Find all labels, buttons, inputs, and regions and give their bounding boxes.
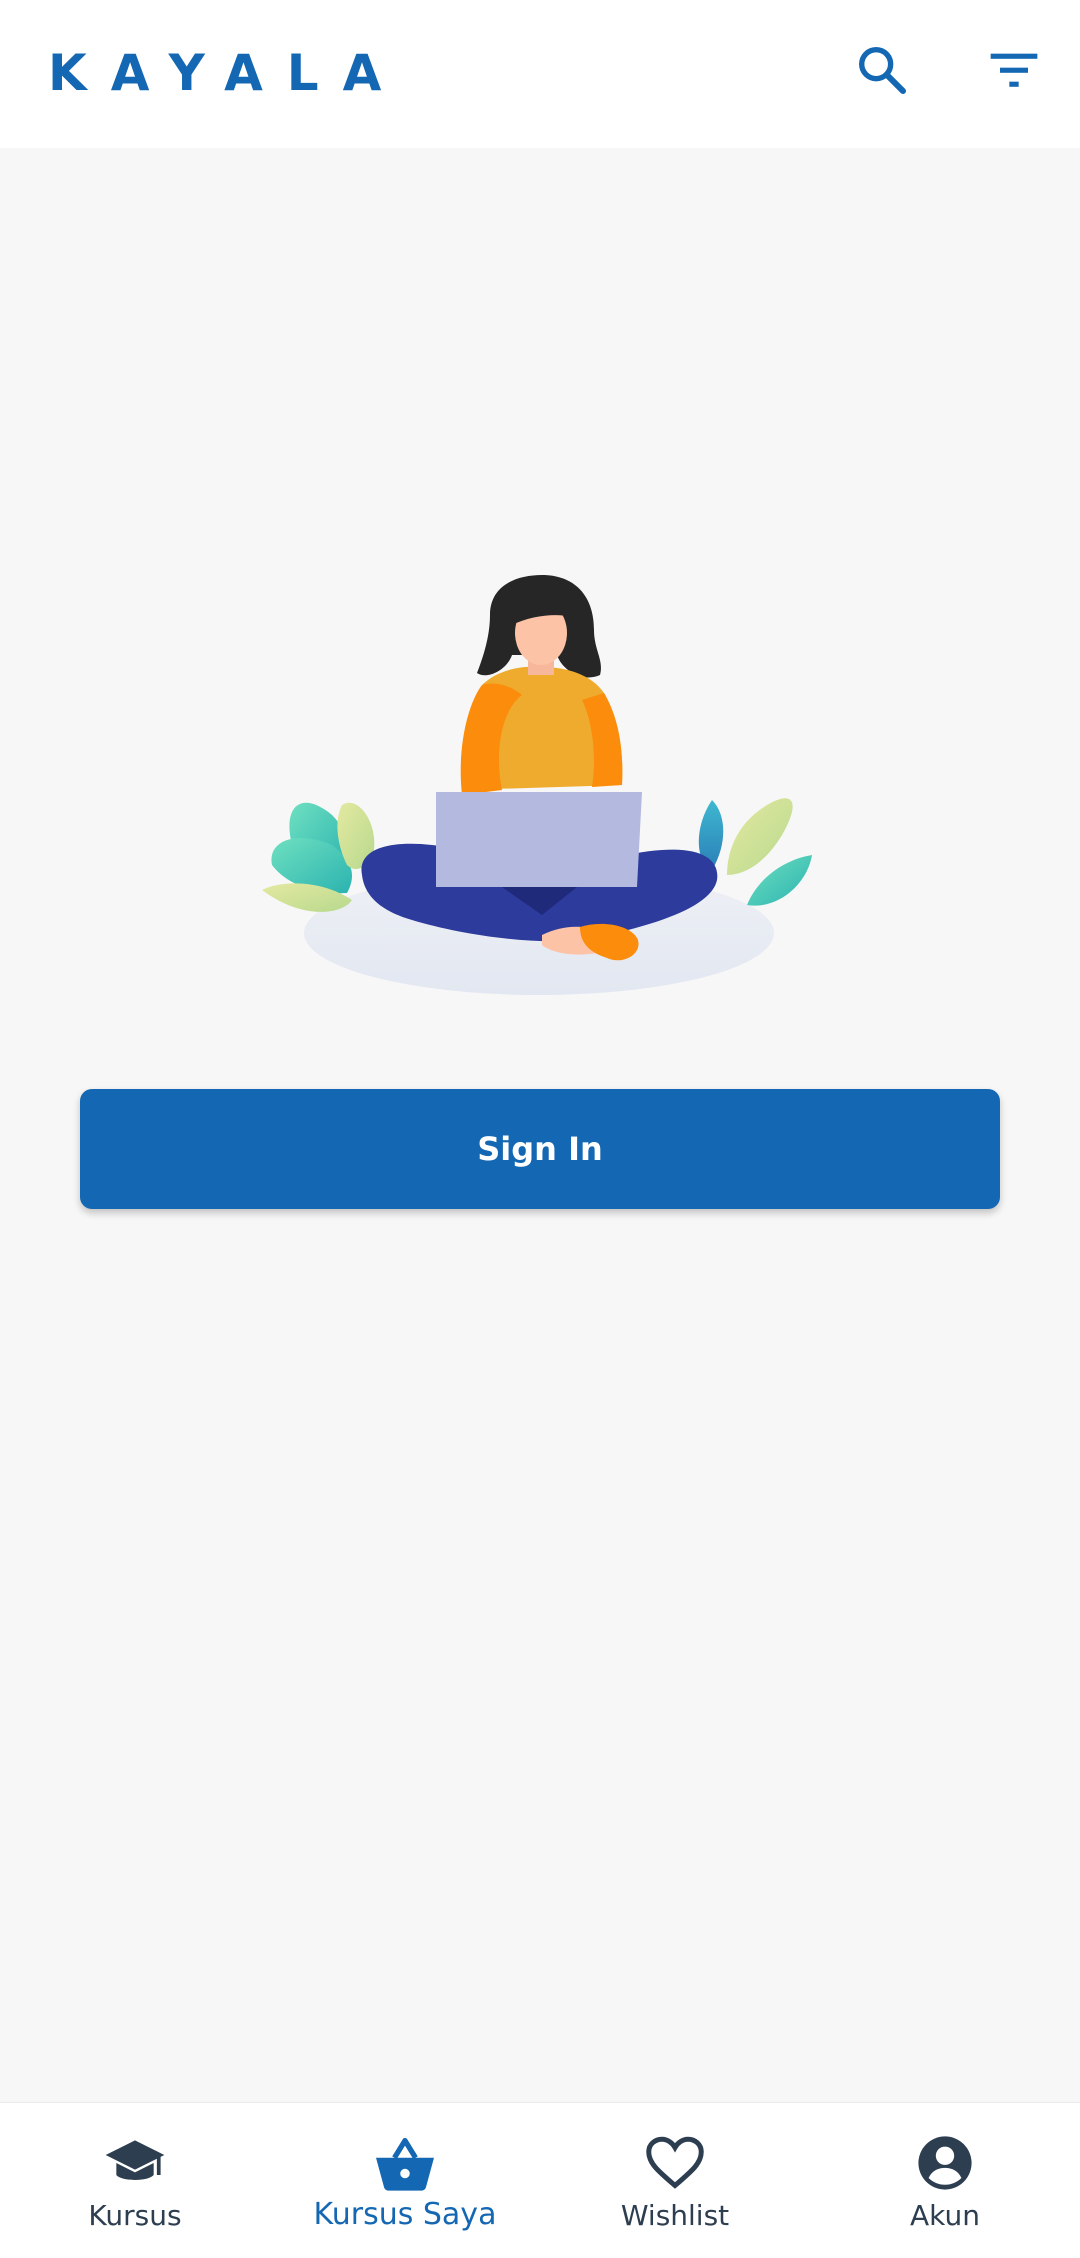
nav-label-kursus-saya: Kursus Saya bbox=[313, 2197, 497, 2232]
nav-label-kursus: Kursus bbox=[88, 2199, 182, 2232]
person-with-laptop-illustration bbox=[262, 575, 812, 995]
nav-label-wishlist: Wishlist bbox=[620, 2199, 730, 2232]
filter-button[interactable] bbox=[974, 30, 1054, 110]
nav-item-akun[interactable]: Akun bbox=[810, 2103, 1080, 2258]
basket-icon bbox=[376, 2137, 434, 2191]
graduation-cap-icon bbox=[105, 2140, 165, 2180]
bottom-navigation: Kursus Kursus Saya Wishlist Akun bbox=[0, 2102, 1080, 2258]
heart-icon bbox=[646, 2136, 704, 2189]
app-logo: KAYALA bbox=[48, 44, 406, 102]
account-circle-icon bbox=[918, 2136, 972, 2190]
search-button[interactable] bbox=[842, 30, 922, 110]
app-screen: KAYALA Sign In Kursus Kursus Saya Wishli… bbox=[0, 0, 1080, 2258]
nav-item-wishlist[interactable]: Wishlist bbox=[540, 2103, 810, 2258]
search-icon bbox=[859, 47, 907, 95]
sign-in-button[interactable]: Sign In bbox=[80, 1089, 1000, 1209]
nav-item-kursus-saya[interactable]: Kursus Saya bbox=[270, 2103, 540, 2258]
nav-label-akun: Akun bbox=[910, 2199, 980, 2232]
top-app-bar: KAYALA bbox=[0, 0, 1080, 148]
nav-item-kursus[interactable]: Kursus bbox=[0, 2103, 270, 2258]
filter-icon bbox=[990, 53, 1038, 87]
